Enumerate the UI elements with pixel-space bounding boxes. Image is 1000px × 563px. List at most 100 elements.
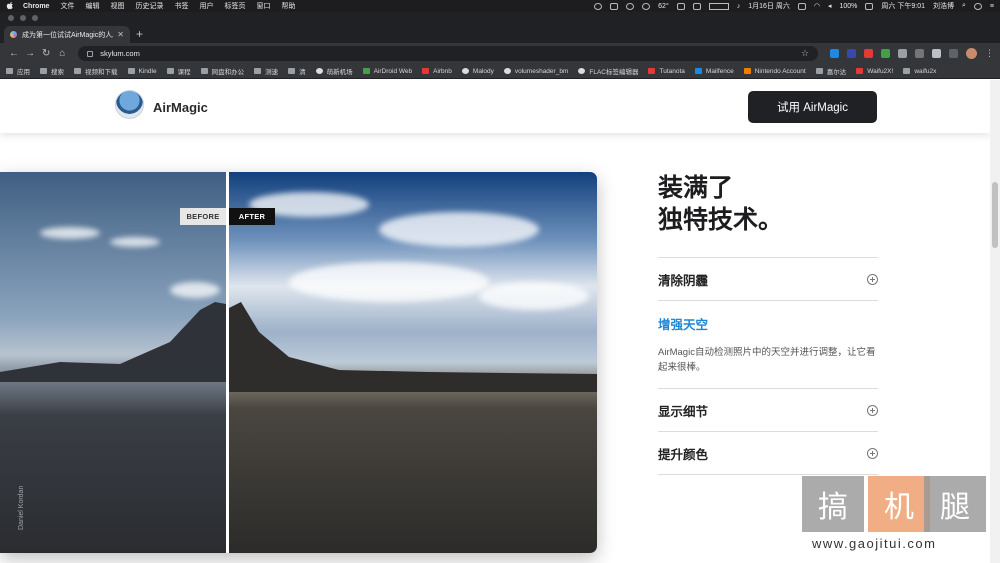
accordion-item-colors[interactable]: 提升颜色 bbox=[658, 431, 878, 475]
temperature-readout[interactable]: 62° bbox=[658, 3, 669, 10]
menu-bookmarks[interactable]: 书签 bbox=[174, 1, 188, 11]
bookmark-item[interactable]: AirDroid Web bbox=[362, 68, 412, 75]
search-icon[interactable]: ⌕ bbox=[962, 2, 966, 10]
bookmark-item[interactable]: waifu2x bbox=[903, 68, 936, 75]
after-label: AFTER bbox=[229, 208, 275, 225]
date-readout[interactable]: 1月16日 周六 bbox=[748, 1, 790, 11]
bookmark-folder[interactable]: 搜索 bbox=[40, 66, 64, 76]
puzzle-extensions-icon[interactable] bbox=[932, 49, 942, 58]
menu-history[interactable]: 历史记录 bbox=[135, 1, 163, 11]
battery-readout[interactable]: 100% bbox=[840, 3, 858, 10]
airmagic-logo[interactable] bbox=[115, 90, 144, 119]
menu-window[interactable]: 窗口 bbox=[256, 1, 270, 11]
clock-readout[interactable]: 周六 下午9:01 bbox=[881, 1, 925, 11]
bookmark-item[interactable]: Waifu2X! bbox=[856, 68, 893, 75]
menu-view[interactable]: 视图 bbox=[110, 1, 124, 11]
control-center-icon[interactable]: ≡ bbox=[990, 3, 994, 10]
status-icon[interactable] bbox=[594, 2, 603, 10]
extension-icon[interactable] bbox=[881, 49, 891, 58]
bookmark-item[interactable]: Malody bbox=[461, 68, 494, 75]
site-header: AirMagic 试用 AirMagic bbox=[0, 80, 990, 133]
translate-extension-icon[interactable] bbox=[830, 49, 840, 58]
weather-icon[interactable] bbox=[642, 2, 651, 10]
accordion-header[interactable]: 增强天空 bbox=[658, 301, 878, 345]
forward-button[interactable]: → bbox=[22, 48, 38, 59]
status-icon[interactable] bbox=[610, 2, 619, 10]
status-icon[interactable] bbox=[797, 2, 806, 10]
before-label: BEFORE bbox=[180, 208, 226, 225]
wifi-icon[interactable]: ◠ bbox=[814, 2, 820, 10]
extension-icon[interactable] bbox=[898, 49, 908, 58]
input-box-icon[interactable] bbox=[708, 2, 729, 10]
bookmarks-bar: 应用 搜索 视频和下载 Kindle 课程 网盘和办公 测速 清 萌新机场 Ai… bbox=[0, 64, 1000, 79]
browser-tab[interactable]: 成为第一位试试AirMagic的人。 ✕ bbox=[4, 26, 130, 43]
bookmark-apps[interactable]: 应用 bbox=[6, 66, 30, 76]
photo-credit: Daniel Kordan bbox=[18, 485, 25, 530]
extension-icon[interactable] bbox=[847, 49, 857, 58]
menu-file[interactable]: 文件 bbox=[60, 1, 74, 11]
bookmark-star-icon[interactable]: ☆ bbox=[801, 48, 809, 59]
bookmark-item[interactable]: 清 bbox=[288, 66, 306, 76]
bookmark-item[interactable]: volumeshader_bm bbox=[503, 68, 568, 75]
reload-button[interactable]: ↻ bbox=[38, 48, 54, 59]
more-menu-icon[interactable]: ⋮ bbox=[985, 48, 994, 59]
battery-icon[interactable] bbox=[865, 2, 874, 10]
status-icon[interactable] bbox=[676, 2, 685, 10]
bookmark-item[interactable]: Airbnb bbox=[422, 68, 452, 75]
brand-name[interactable]: AirMagic bbox=[153, 100, 208, 115]
accordion-header[interactable]: 提升颜色 bbox=[658, 432, 878, 474]
expand-plus-icon[interactable] bbox=[867, 404, 878, 416]
accordion-header[interactable]: 显示细节 bbox=[658, 389, 878, 431]
bookmark-folder[interactable]: 课程 bbox=[166, 66, 191, 76]
headline-line: 独特技术。 bbox=[658, 206, 784, 234]
minimize-window-button[interactable] bbox=[20, 15, 26, 21]
new-tab-button[interactable]: + bbox=[136, 27, 143, 41]
music-note-icon[interactable]: ♪ bbox=[737, 3, 741, 10]
lock-icon[interactable] bbox=[87, 50, 94, 57]
bookmark-item[interactable]: Tutanota bbox=[648, 68, 685, 75]
extension-icon[interactable] bbox=[864, 49, 874, 58]
accordion-item-dehaze[interactable]: 清除阴霾 bbox=[658, 257, 878, 300]
url-text[interactable]: skylum.com bbox=[100, 49, 801, 58]
accordion-title: 清除阴霾 bbox=[658, 273, 709, 288]
accordion-item-enhance-sky[interactable]: 增强天空 AirMagic自动检测照片中的天空并进行调整，让它看起来很棒。 bbox=[658, 300, 878, 388]
bookmark-item[interactable]: 萌新机场 bbox=[315, 66, 353, 76]
menu-edit[interactable]: 编辑 bbox=[85, 1, 99, 11]
scrollbar-thumb[interactable] bbox=[992, 182, 998, 248]
bookmark-item[interactable]: Nintendo Account bbox=[743, 68, 806, 75]
bookmark-folder[interactable]: 视频和下载 bbox=[74, 66, 118, 76]
back-button[interactable]: ← bbox=[6, 48, 22, 59]
globe-icon bbox=[578, 68, 586, 74]
page-scrollbar[interactable] bbox=[990, 80, 1000, 563]
bookmark-folder[interactable]: 嘉尔达 bbox=[815, 66, 846, 76]
menu-app-name[interactable]: Chrome bbox=[23, 3, 49, 10]
bookmark-item[interactable]: FLAC标签编辑器 bbox=[578, 66, 638, 76]
extension-icon[interactable] bbox=[915, 49, 925, 58]
accordion-item-details[interactable]: 显示细节 bbox=[658, 388, 878, 431]
home-button[interactable]: ⌂ bbox=[54, 48, 70, 59]
menu-help[interactable]: 帮助 bbox=[281, 1, 295, 11]
bookmark-folder[interactable]: Kindle bbox=[127, 68, 157, 75]
status-icon[interactable] bbox=[692, 2, 701, 10]
before-image bbox=[0, 172, 226, 553]
expand-plus-icon[interactable] bbox=[867, 273, 878, 285]
try-airmagic-button[interactable]: 试用 AirMagic bbox=[748, 91, 877, 123]
wechat-icon[interactable] bbox=[626, 2, 635, 10]
accordion-header[interactable]: 清除阴霾 bbox=[658, 258, 878, 300]
zoom-window-button[interactable] bbox=[32, 15, 38, 21]
user-name[interactable]: 刘浩博 bbox=[933, 1, 954, 11]
extension-icon[interactable] bbox=[949, 49, 959, 58]
close-window-button[interactable] bbox=[8, 15, 14, 21]
profile-avatar[interactable] bbox=[966, 48, 978, 59]
bookmark-folder[interactable]: 测速 bbox=[254, 66, 278, 76]
expand-plus-icon[interactable] bbox=[867, 447, 878, 459]
user-avatar-icon[interactable] bbox=[973, 2, 982, 10]
apple-icon[interactable] bbox=[6, 2, 14, 10]
volume-icon[interactable]: ◂ bbox=[828, 2, 832, 10]
menu-tabs[interactable]: 标签页 bbox=[224, 1, 245, 11]
menu-people[interactable]: 用户 bbox=[199, 1, 213, 11]
close-tab-icon[interactable]: ✕ bbox=[117, 30, 124, 39]
address-bar[interactable]: skylum.com ☆ bbox=[78, 46, 819, 61]
bookmark-item[interactable]: Mailfence bbox=[694, 68, 734, 75]
bookmark-folder[interactable]: 网盘和办公 bbox=[200, 66, 244, 76]
